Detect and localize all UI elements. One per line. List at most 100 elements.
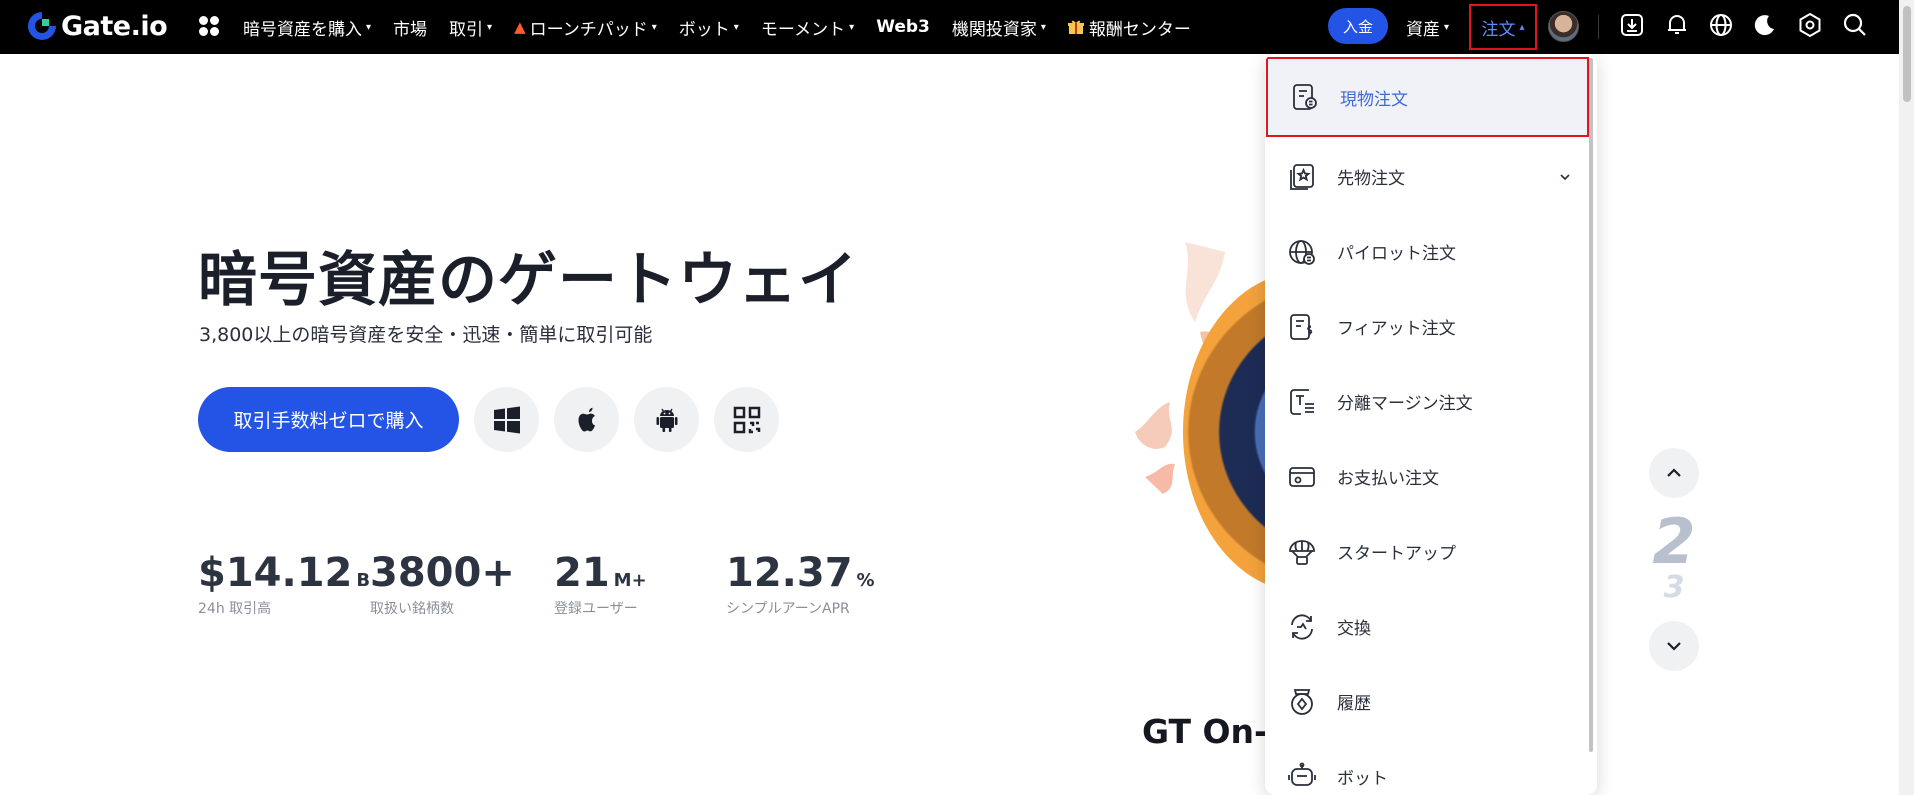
nav-label: 取引: [449, 19, 484, 40]
carousel-current-index: 2: [1652, 505, 1696, 578]
chevron-down-icon: ▾: [849, 21, 855, 33]
exchange-icon: [1291, 613, 1313, 640]
promo-heading: GT On-: [1142, 712, 1268, 751]
apps-grid-icon[interactable]: [197, 14, 221, 38]
nav-label: 市場: [393, 19, 428, 40]
chevron-up-icon: ▴: [1519, 21, 1525, 33]
menu-item-payment-orders[interactable]: お支払い注文: [1265, 439, 1597, 514]
assets-label: 資産: [1406, 19, 1440, 40]
stat-label: 取扱い銘柄数: [370, 601, 454, 617]
bell-icon[interactable]: [1664, 12, 1690, 38]
nav-trade[interactable]: 取引 ▾: [449, 15, 492, 40]
menu-item-fiat-orders[interactable]: フィアット注文: [1265, 289, 1597, 364]
stat-registered-users: 21 M+ 登録ユーザー: [554, 550, 647, 618]
deposit-button[interactable]: 入金: [1328, 8, 1388, 44]
buy-zero-fee-button[interactable]: 取引手数料ゼロで購入: [198, 387, 459, 452]
windows-download-button[interactable]: [474, 387, 539, 452]
globe-icon[interactable]: [1708, 12, 1734, 38]
chevron-down-icon: ▾: [733, 21, 739, 33]
stat-unit: B: [356, 570, 371, 591]
settings-icon[interactable]: [1797, 12, 1823, 38]
menu-item-pilot-orders[interactable]: パイロット注文: [1265, 214, 1597, 289]
menu-item-label: 先物注文: [1337, 169, 1405, 189]
menu-item-label: パイロット注文: [1337, 244, 1456, 264]
assets-menu[interactable]: 資産 ▾: [1406, 0, 1449, 54]
nav-moments[interactable]: モーメント ▾: [761, 15, 854, 40]
futures-order-icon: [1290, 163, 1314, 190]
orders-menu[interactable]: 注文 ▴: [1469, 4, 1537, 50]
stat-value: $14.12: [198, 550, 353, 596]
nav-label: 機関投資家: [951, 19, 1037, 40]
stat-label: シンプルアーンAPR: [726, 601, 850, 617]
stat-unit: M+: [613, 570, 647, 591]
chevron-down-icon: ▾: [1040, 21, 1046, 33]
apple-icon: [577, 407, 595, 432]
gt-coin-illustration: [1125, 232, 1270, 602]
nav-buy-crypto[interactable]: 暗号資産を購入 ▾: [243, 15, 371, 40]
chevron-down-icon: [1667, 642, 1681, 651]
menu-item-label: ボット: [1337, 769, 1388, 789]
page-scrollbar-thumb[interactable]: [1903, 6, 1911, 102]
logo-text: Gate.io: [61, 10, 168, 42]
gate-logo-icon: [28, 12, 56, 40]
menu-item-bot[interactable]: ボット: [1265, 739, 1597, 795]
chevron-down-icon: ▾: [1444, 21, 1450, 33]
nav-web3[interactable]: Web3: [876, 17, 930, 37]
dropdown-scrollbar[interactable]: [1589, 58, 1593, 752]
ios-download-button[interactable]: [554, 387, 619, 452]
moon-icon[interactable]: [1752, 12, 1778, 38]
chevron-down-icon: ▾: [366, 21, 372, 33]
nav-rewards-center[interactable]: 報酬センター: [1067, 15, 1191, 40]
pilot-order-icon: [1289, 239, 1315, 265]
chevron-down-icon[interactable]: [1558, 170, 1572, 184]
stat-24h-volume: $14.12 B 24h 取引高: [198, 550, 370, 618]
carousel-prev-button[interactable]: [1649, 448, 1699, 498]
startup-icon: [1289, 539, 1315, 565]
nav-institutional[interactable]: 機関投資家 ▾: [952, 15, 1046, 40]
stat-simple-earn-apr: 12.37% シンプルアーンAPR: [726, 550, 875, 618]
qr-code-button[interactable]: [714, 387, 779, 452]
menu-item-label: フィアット注文: [1337, 319, 1456, 339]
menu-item-spot-orders[interactable]: 現物注文: [1266, 57, 1589, 137]
stat-value: 21: [554, 550, 610, 596]
nav-label: Web3: [876, 17, 930, 37]
hero-title: 暗号資産のゲートウェイ: [198, 245, 859, 314]
menu-item-label: 分離マージン注文: [1337, 394, 1473, 414]
nav-bots[interactable]: ボット ▾: [679, 15, 739, 40]
menu-item-exchange[interactable]: 交換: [1265, 589, 1597, 664]
menu-item-isolated-margin-orders[interactable]: 分離マージン注文: [1265, 364, 1597, 439]
menu-item-history[interactable]: 履歴: [1265, 664, 1597, 739]
nav-label: 暗号資産を購入: [243, 19, 362, 40]
main-menu: 暗号資産を購入 ▾ 市場 取引 ▾ ▲ ローンチパッド ▾ ボット ▾ モーメント ▾ We…: [243, 0, 1213, 54]
qr-code-icon: [733, 406, 760, 433]
stat-value: 12.37: [726, 550, 853, 596]
menu-item-startup[interactable]: スタートアップ: [1265, 514, 1597, 589]
search-icon[interactable]: [1842, 12, 1868, 38]
carousel-next-index: 3: [1663, 570, 1685, 605]
nav-launchpad[interactable]: ▲ ローンチパッド ▾: [514, 15, 657, 40]
nav-markets[interactable]: 市場: [393, 15, 427, 40]
nav-divider: [1598, 15, 1599, 39]
carousel-next-button[interactable]: [1649, 621, 1699, 671]
stat-value: 3800+: [370, 550, 515, 596]
payment-order-icon: [1289, 466, 1315, 487]
menu-item-label: スタートアップ: [1337, 544, 1456, 564]
gate-io-logo[interactable]: Gate.io: [26, 10, 168, 42]
orders-dropdown-menu: 現物注文 先物注文 パイロット注文 フィアット注文 分離マージン注文 お支払い注…: [1265, 54, 1597, 795]
user-avatar[interactable]: [1548, 11, 1579, 42]
download-icon[interactable]: [1619, 12, 1645, 38]
nav-label: モーメント: [760, 19, 846, 40]
bot-icon: [1288, 762, 1316, 786]
page-scrollbar[interactable]: [1899, 0, 1914, 795]
android-icon: [656, 408, 677, 432]
android-download-button[interactable]: [634, 387, 699, 452]
menu-item-label: 履歴: [1337, 694, 1371, 714]
flame-icon: ▲: [514, 18, 526, 36]
menu-item-futures-orders[interactable]: 先物注文: [1265, 139, 1597, 214]
nav-label: ボット: [678, 19, 730, 40]
nav-label: ローンチパッド: [529, 19, 648, 40]
fiat-order-icon: [1290, 313, 1313, 340]
isolated-margin-icon: [1290, 388, 1314, 415]
history-icon: [1291, 688, 1313, 715]
spot-order-icon: [1293, 84, 1317, 110]
